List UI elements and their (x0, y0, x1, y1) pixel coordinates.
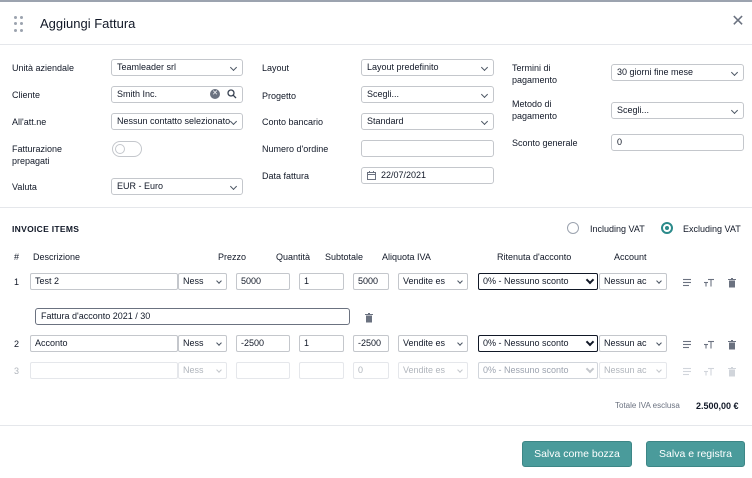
save-register-button[interactable]: Salva e registra (646, 441, 745, 467)
ordine-input[interactable] (361, 140, 494, 157)
data-input[interactable]: 22/07/2021 (361, 167, 494, 184)
aliquota-select[interactable]: Vendite es (398, 362, 468, 379)
description-icon[interactable] (682, 366, 692, 377)
quantita-input[interactable] (299, 362, 344, 379)
aliquota-select[interactable]: Vendite es (398, 273, 468, 290)
excluding-vat-radio[interactable] (661, 222, 673, 234)
text-size-icon[interactable] (704, 366, 714, 377)
descrizione-input[interactable]: Test 2 (30, 273, 178, 290)
subtotale-input[interactable]: 5000 (353, 273, 389, 290)
item-note-input[interactable]: Fattura d'acconto 2021 / 30 (35, 308, 350, 325)
valuta-label: Valuta (12, 182, 37, 192)
clear-icon[interactable]: ✕ (210, 89, 220, 99)
subtotale-input[interactable]: 0 (353, 362, 389, 379)
descrizione-input[interactable] (30, 362, 178, 379)
unita-select[interactable]: Teamleader srl (111, 59, 243, 76)
ritenuta-select[interactable]: 0% - Nessuno sconto (478, 335, 598, 352)
descrizione-input[interactable]: Acconto (30, 335, 178, 352)
including-vat-radio[interactable] (567, 222, 579, 234)
description-icon[interactable] (682, 277, 692, 288)
ritenuta-select[interactable]: 0% - Nessuno sconto (478, 273, 598, 290)
fatturazione-label-1: Fatturazione (12, 144, 63, 154)
prezzo-input[interactable]: 5000 (236, 273, 290, 290)
valuta-select[interactable]: EUR - Euro (111, 178, 243, 195)
cliente-label: Cliente (12, 90, 41, 100)
account-select[interactable]: Nessun ac (599, 273, 667, 290)
sconto-label: Sconto generale (512, 138, 578, 148)
col-num: # (14, 252, 20, 262)
layout-select[interactable]: Layout predefinito (361, 59, 494, 76)
col-prezzo: Prezzo (218, 252, 247, 262)
col-aliquota: Aliquota IVA (382, 252, 431, 262)
text-size-icon[interactable] (704, 277, 714, 288)
metodo-label-1: Metodo di (512, 99, 552, 109)
account-select[interactable]: Nessun ac (599, 362, 667, 379)
quantita-input[interactable]: 1 (299, 273, 344, 290)
unit-select[interactable]: Ness (178, 362, 227, 379)
trash-icon[interactable] (727, 339, 737, 350)
subtotale-input[interactable]: -2500 (353, 335, 389, 352)
calendar-icon (367, 171, 376, 180)
col-quantita: Quantità (276, 252, 311, 262)
row-num: 1 (14, 277, 20, 287)
aliquota-select[interactable]: Vendite es (398, 335, 468, 352)
unit-select[interactable]: Ness (178, 273, 227, 290)
prezzo-input[interactable] (236, 362, 290, 379)
progetto-select[interactable]: Scegli... (361, 86, 494, 103)
total-value: 2.500,00 € (696, 401, 739, 411)
close-icon[interactable]: ✕ (730, 14, 746, 30)
prezzo-input[interactable]: -2500 (236, 335, 290, 352)
including-vat-label: Including VAT (590, 224, 645, 234)
conto-label: Conto bancario (262, 117, 324, 127)
account-select[interactable]: Nessun ac (599, 335, 667, 352)
ordine-label: Numero d'ordine (262, 144, 329, 154)
row-num: 3 (14, 366, 20, 376)
save-draft-button[interactable]: Salva come bozza (522, 441, 632, 467)
modal-title: Aggiungi Fattura (40, 16, 136, 31)
description-icon[interactable] (682, 339, 692, 350)
metodo-select[interactable]: Scegli... (611, 102, 744, 119)
termini-label-2: pagamento (512, 75, 558, 85)
drag-handle-icon[interactable] (14, 16, 24, 32)
col-account: Account (614, 252, 647, 262)
unita-label: Unità aziendale (12, 63, 75, 73)
layout-label: Layout (262, 63, 290, 73)
progetto-label: Progetto (262, 91, 297, 101)
termini-label-1: Termini di (512, 63, 551, 73)
footer-divider (0, 425, 752, 426)
trash-icon[interactable] (364, 312, 374, 323)
fatturazione-label-2: prepagati (12, 156, 50, 166)
row-num: 2 (14, 339, 20, 349)
cliente-input[interactable]: Smith Inc. (111, 86, 243, 103)
col-descrizione: Descrizione (33, 252, 81, 262)
sconto-input[interactable]: 0 (611, 134, 744, 151)
trash-icon[interactable] (727, 277, 737, 288)
col-ritenuta: Ritenuta d'acconto (497, 252, 572, 262)
text-size-icon[interactable] (704, 339, 714, 350)
conto-select[interactable]: Standard (361, 113, 494, 130)
invoice-items-title: INVOICE ITEMS (12, 224, 80, 234)
quantita-input[interactable]: 1 (299, 335, 344, 352)
col-subtotale: Subtotale (325, 252, 364, 262)
ritenuta-select[interactable]: 0% - Nessuno sconto (478, 362, 598, 379)
unit-select[interactable]: Ness (178, 335, 227, 352)
modal-header: Aggiungi Fattura ✕ (0, 2, 752, 45)
search-icon[interactable] (227, 89, 237, 99)
termini-select[interactable]: 30 giorni fine mese (611, 64, 744, 81)
data-label: Data fattura (262, 171, 310, 181)
total-label: Totale IVA esclusa (615, 401, 680, 410)
metodo-label-2: pagamento (512, 111, 558, 121)
trash-icon[interactable] (727, 366, 737, 377)
att-select[interactable]: Nessun contatto selezionato (111, 113, 243, 130)
section-divider (0, 207, 752, 208)
fatturazione-toggle[interactable] (112, 141, 142, 157)
att-label: All'att.ne (12, 117, 47, 127)
excluding-vat-label: Excluding VAT (683, 224, 741, 234)
